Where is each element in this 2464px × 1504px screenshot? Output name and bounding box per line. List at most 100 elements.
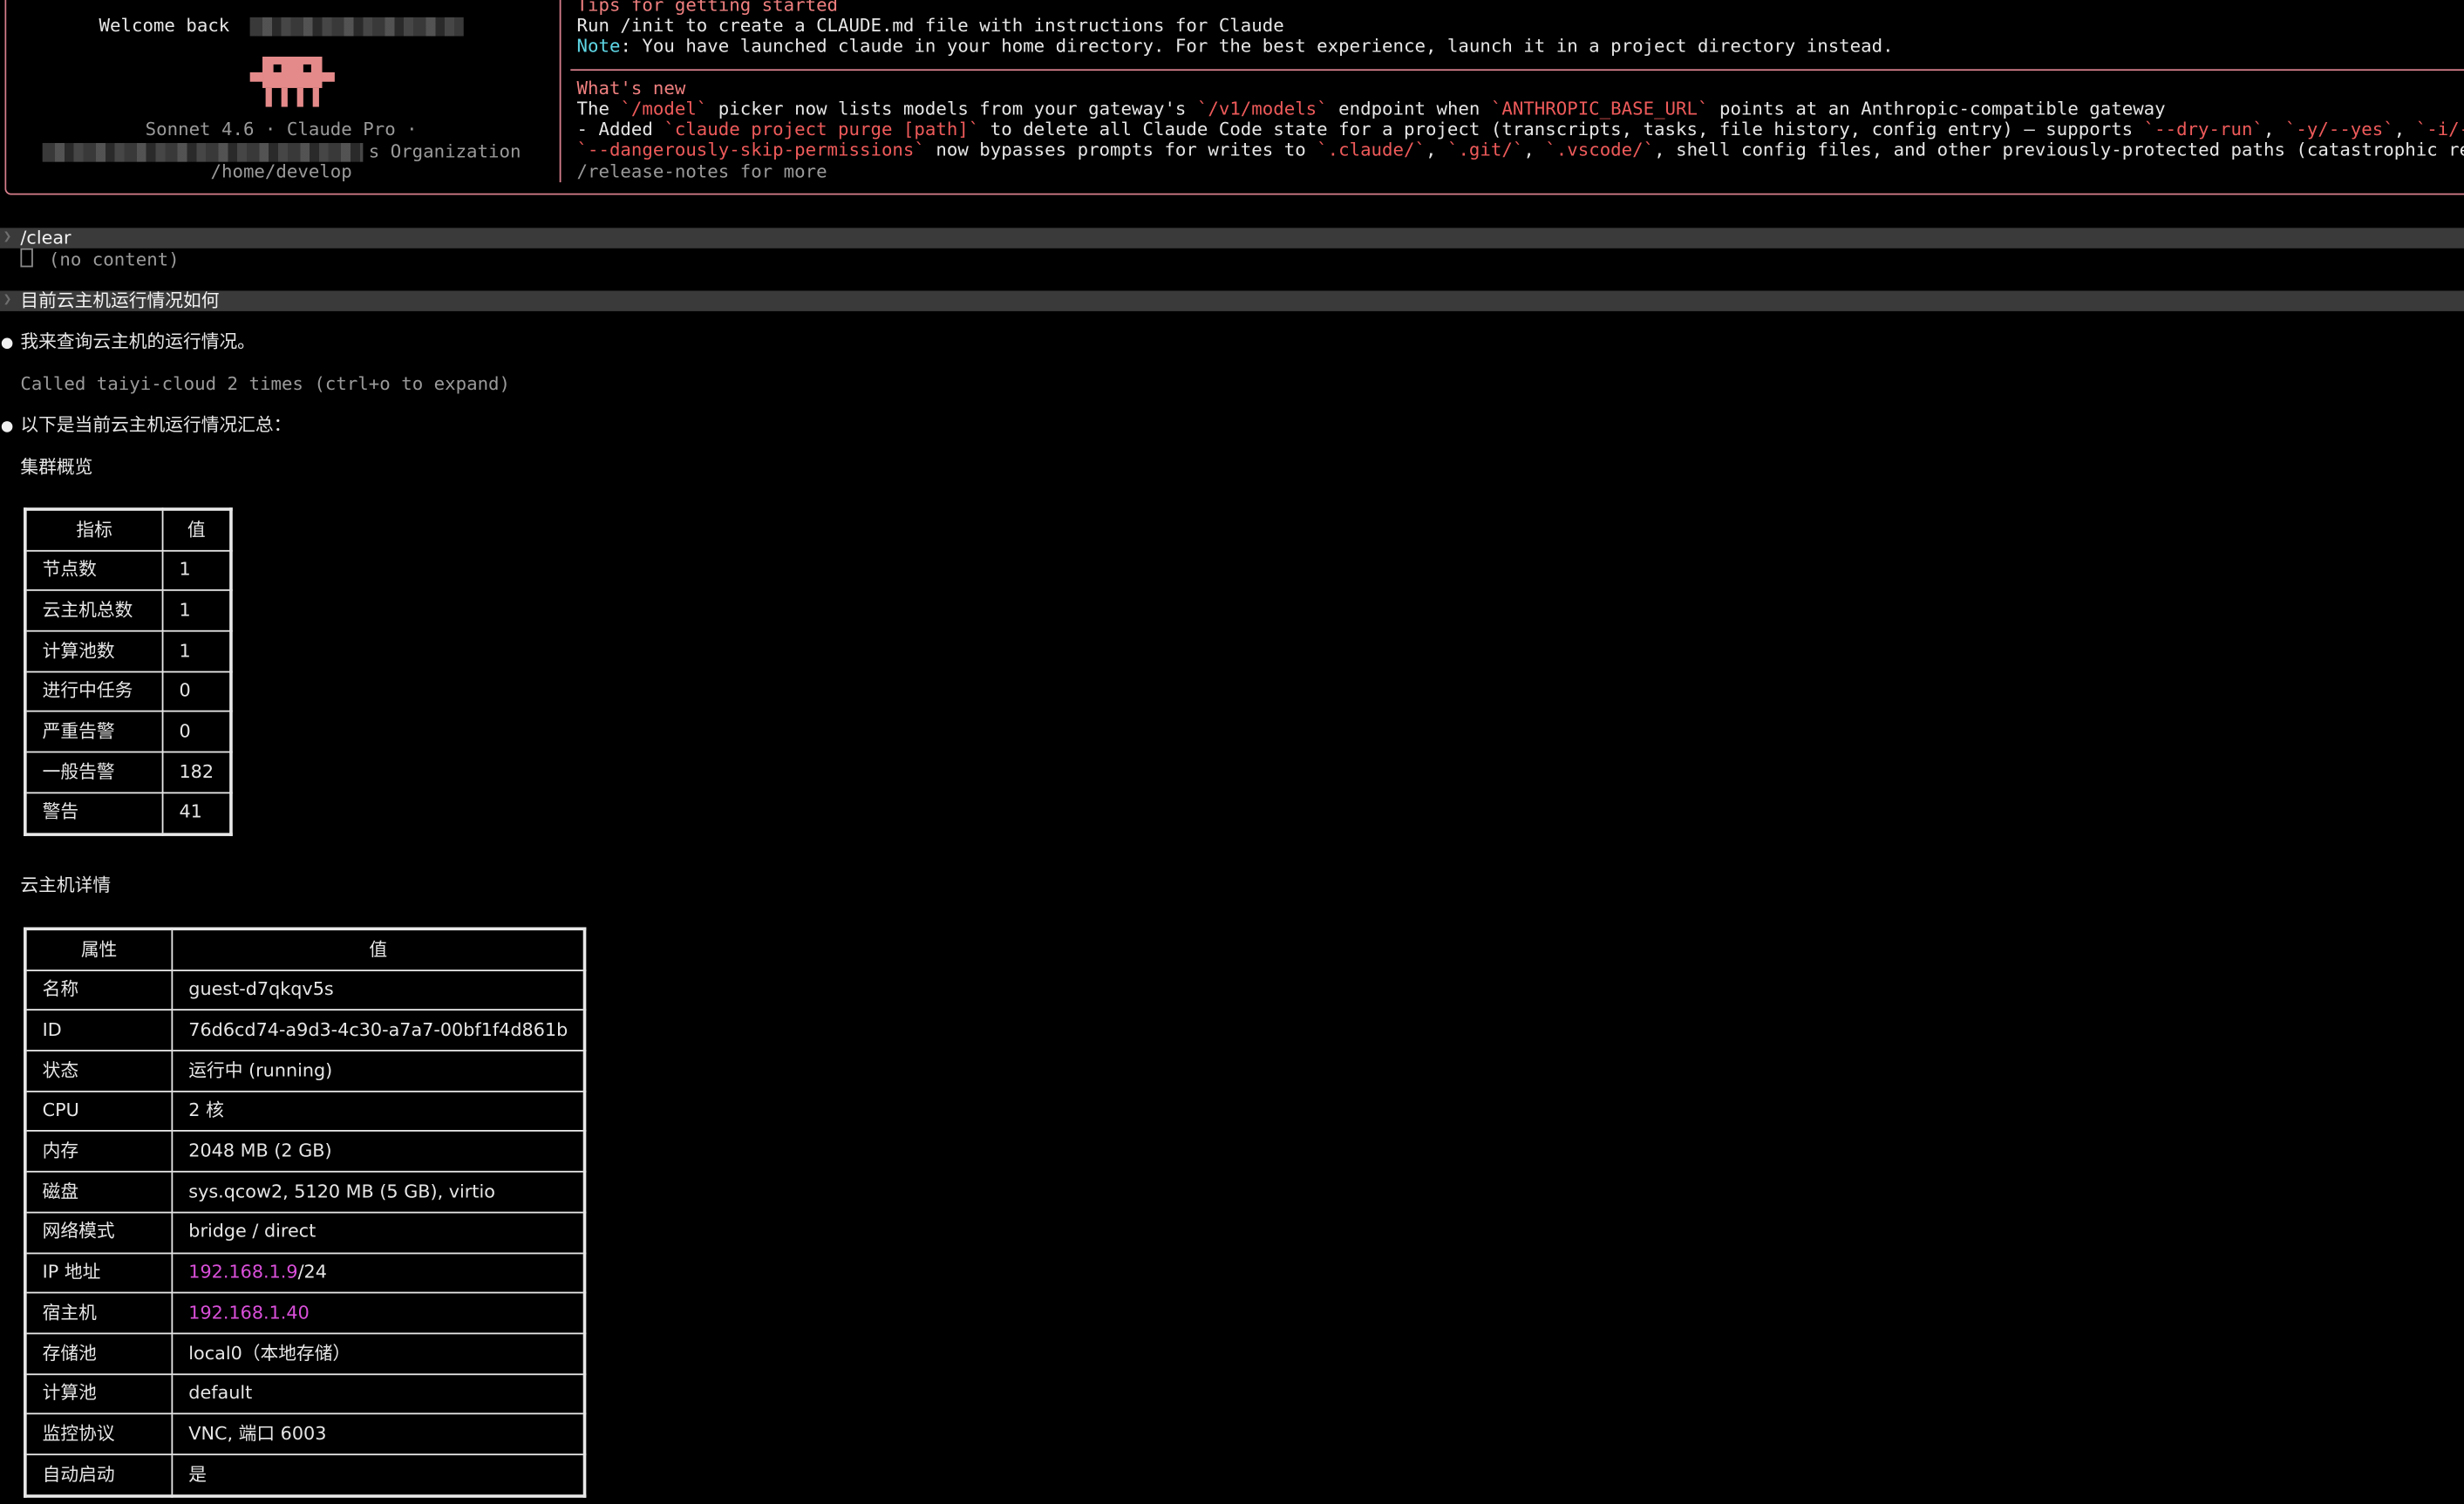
text-span: , [2393, 118, 2416, 140]
table-cell-label: 磁盘 [24, 1171, 174, 1214]
table-header-cell: 指标 [24, 508, 164, 552]
table-cell-value: 41 [161, 792, 232, 835]
redacted-username [249, 16, 464, 36]
table-cell-label: 监控协议 [24, 1412, 174, 1455]
table-row: 监控协议 VNC, 端口 6003 [24, 1412, 586, 1455]
welcome-right-column: Tips for getting started Run /init to cr… [577, 0, 2464, 194]
code-span: `-y/--yes` [2284, 118, 2394, 140]
organization-line: s Organization [6, 140, 556, 162]
table-cell-label: 状态 [24, 1050, 174, 1092]
overview-table-body: 节点数 1 云主机总数 1 计算池数 1 进行中任务 0 严重告警 0 一般告警 182 警告 41 [24, 549, 232, 835]
table-row: 网络模式 bridge / direct [24, 1211, 586, 1254]
table-cell-label: 宿主机 [24, 1292, 174, 1335]
assistant-bullet-icon [1, 421, 13, 432]
text-span: , shell config files, and other previous… [1654, 138, 2464, 160]
code-span: `.git/` [1446, 138, 1524, 160]
table-row: 自动启动是 [24, 1453, 586, 1497]
text-span: now bypasses prompts for writes to [924, 138, 1317, 160]
welcome-greeting-line: Welcome back [6, 14, 556, 37]
section-heading-overview: 集群概览 [20, 455, 93, 478]
note-text: : You have launched claude in your home … [620, 34, 1894, 57]
table-row: 警告 41 [24, 792, 232, 835]
table-cell-label: ID [24, 1009, 174, 1051]
table-header-row: 属性 值 [24, 928, 586, 971]
table-cell-label: 自动启动 [24, 1453, 174, 1497]
table-cell-value: 是 [171, 1453, 586, 1497]
section-heading-details: 云主机详情 [20, 874, 112, 896]
table-cell-value: 1 [161, 549, 232, 592]
output-marker-icon [20, 248, 33, 268]
text-span: , [2263, 118, 2285, 140]
code-span: `-i/--intera [2415, 118, 2464, 140]
code-span: `.claude/` [1317, 138, 1426, 160]
table-row: ID 76d6cd74-a9d3-4c30-a7a7-00bf1f4d861b [24, 1009, 586, 1051]
table-cell-label: 计算池 [24, 1372, 174, 1415]
table-cell-value: bridge / direct [171, 1211, 586, 1254]
table-cell-label: 计算池数 [24, 630, 164, 673]
table-cell-label: 网络模式 [24, 1211, 174, 1254]
text-span: points at an Anthropic-compatible gatewa… [1708, 97, 2166, 119]
table-cell-value: guest-d7qkqv5s [171, 969, 586, 1011]
details-table-body: 名称 guest-d7qkqv5s ID 76d6cd74-a9d3-4c30-a7a… [24, 969, 586, 1497]
table-cell-label: 进行中任务 [24, 670, 164, 713]
clear-output-line: (no content) [20, 248, 180, 271]
table-cell-label: 存储池 [24, 1332, 174, 1375]
welcome-panel: Welcome back Sonnet 4.6 · Claude Pro · s… [4, 0, 2464, 195]
table-cell-label: 名称 [24, 969, 174, 1011]
table-cell-value: 76d6cd74-a9d3-4c30-a7a7-00bf1f4d861b [171, 1009, 586, 1051]
tips-note-line: Note: You have launched claude in your h… [577, 34, 1894, 57]
vm-details-table: 属性 值 名称 guest-d7qkqv5s ID 76d6cd74-a9d3-4c3… [24, 927, 587, 1498]
prompt-user-question: ❯ 目前云主机运行情况如何 [0, 289, 2464, 311]
table-row: 节点数 1 [24, 549, 232, 592]
table-cell-label: 节点数 [24, 549, 164, 592]
table-row: 状态 运行中 (running) [24, 1050, 586, 1092]
welcome-divider [559, 0, 562, 183]
table-cell-value: 运行中 (running) [171, 1050, 586, 1092]
working-directory: /home/develop [210, 160, 352, 183]
tips-line-init: Run /init to create a CLAUDE.md file wit… [576, 14, 1284, 37]
code-span: `/v1/models` [1196, 97, 1328, 119]
table-row: CPU 2 核 [24, 1090, 586, 1133]
table-row: 计算池 default [24, 1372, 586, 1415]
tool-call-summary[interactable]: Called taiyi-cloud 2 times (ctrl+o to ex… [20, 372, 510, 395]
text-span: endpoint when [1327, 97, 1491, 119]
table-row: 计算池数 1 [24, 630, 232, 673]
prompt-clear-command: ❯ /clear [0, 226, 2464, 248]
table-cell-value: default [171, 1372, 586, 1415]
organization-suffix: s Organization [368, 140, 521, 162]
assistant-reply-1: 我来查询云主机的运行情况。 [20, 330, 255, 352]
table-cell-value: sys.qcow2, 5120 MB (5 GB), virtio [171, 1171, 586, 1214]
code-span: `--dangerously-skip-permissions` [576, 138, 925, 160]
table-cell-label: 内存 [24, 1130, 174, 1173]
table-cell-value: 2048 MB (2 GB) [171, 1130, 586, 1173]
table-cell-value: 1 [161, 630, 232, 673]
table-row: IP 地址 192.168.1.9/24 [24, 1251, 586, 1294]
table-cell-value: 192.168.1.40 [171, 1292, 586, 1335]
table-cell-value: local0（本地存储） [171, 1332, 586, 1375]
text-span: picker now lists models from your gatewa… [707, 97, 1197, 119]
release-notes-link[interactable]: /release-notes for more [577, 160, 827, 183]
table-row: 存储池 local0（本地存储） [24, 1332, 586, 1375]
claude-mascot-icon [249, 56, 335, 107]
user-question-text: 目前云主机运行情况如何 [20, 289, 220, 311]
text-span: to delete all Claude Code state for a pr… [979, 118, 2144, 140]
table-cell-label: 警告 [24, 792, 164, 835]
table-row: 宿主机 192.168.1.40 [24, 1292, 586, 1335]
table-header-cell: 属性 [24, 928, 174, 971]
welcome-right-separator [570, 69, 2464, 71]
terminal-window: Welcome back Sonnet 4.6 · Claude Pro · s… [0, 0, 2464, 1504]
prompt-clear-text: /clear [20, 226, 71, 248]
table-row: 内存 2048 MB (2 GB) [24, 1130, 586, 1173]
assistant-reply-2: 以下是当前云主机运行情况汇总： [20, 413, 292, 436]
table-cell-value: 182 [161, 751, 232, 793]
code-span: `.vscode/` [1545, 138, 1655, 160]
table-cell-label: IP 地址 [24, 1251, 174, 1294]
prompt-chevron-icon: ❯ [3, 292, 12, 309]
table-cell-value: 1 [161, 589, 232, 632]
table-header-row: 指标 值 [24, 508, 232, 552]
code-span: `claude project purge [path]` [664, 118, 980, 140]
table-row: 云主机总数 1 [24, 589, 232, 632]
welcome-greeting: Welcome back [99, 14, 230, 37]
ip-prefix-suffix: /24 [297, 1260, 327, 1283]
table-row: 进行中任务 0 [24, 670, 232, 713]
